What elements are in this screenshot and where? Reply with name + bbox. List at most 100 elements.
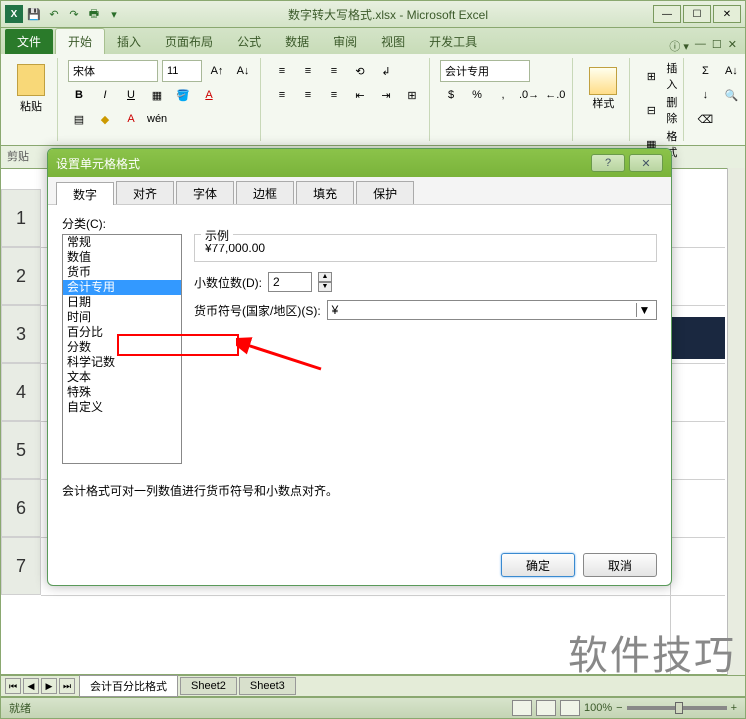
decrease-indent-icon[interactable]: ⇤ bbox=[349, 84, 371, 106]
font-color-icon[interactable]: A bbox=[120, 108, 142, 130]
tab-view[interactable]: 视图 bbox=[369, 29, 417, 54]
tab-insert[interactable]: 插入 bbox=[105, 29, 153, 54]
row-header[interactable]: 2 bbox=[1, 247, 41, 305]
currency-icon[interactable]: $ bbox=[440, 84, 462, 106]
dialog-tab-fill[interactable]: 填充 bbox=[296, 181, 354, 204]
fill-down-icon[interactable]: ↓ bbox=[694, 84, 716, 106]
align-center-icon[interactable]: ≡ bbox=[297, 84, 319, 106]
sheet-nav-first-icon[interactable]: ⏮ bbox=[5, 678, 21, 694]
ribbon-close-icon[interactable]: ✕ bbox=[728, 38, 737, 54]
dialog-tab-protection[interactable]: 保护 bbox=[356, 181, 414, 204]
category-item-scientific[interactable]: 科学记数 bbox=[63, 355, 181, 370]
currency-symbol-combo[interactable]: ¥ ▼ bbox=[327, 300, 657, 320]
dialog-help-button[interactable]: ? bbox=[591, 154, 625, 172]
zoom-thumb[interactable] bbox=[675, 702, 683, 714]
paste-button[interactable]: 粘贴 bbox=[11, 60, 51, 118]
find-icon[interactable]: 🔍 bbox=[720, 84, 742, 106]
font-color-button[interactable]: A bbox=[198, 84, 220, 106]
category-listbox[interactable]: 常规 数值 货币 会计专用 日期 时间 百分比 分数 科学记数 文本 特殊 自定… bbox=[62, 234, 182, 464]
increase-indent-icon[interactable]: ⇥ bbox=[375, 84, 397, 106]
decrease-decimal-icon[interactable]: ←.0 bbox=[544, 84, 566, 106]
view-page-break-icon[interactable] bbox=[560, 700, 580, 716]
italic-button[interactable]: I bbox=[94, 84, 116, 106]
tab-developer[interactable]: 开发工具 bbox=[417, 29, 489, 54]
border-button[interactable]: ▦ bbox=[146, 84, 168, 106]
tab-page-layout[interactable]: 页面布局 bbox=[153, 29, 225, 54]
increase-decimal-icon[interactable]: .0→ bbox=[518, 84, 540, 106]
category-item-number[interactable]: 数值 bbox=[63, 250, 181, 265]
sheet-nav-prev-icon[interactable]: ◀ bbox=[23, 678, 39, 694]
minimize-button[interactable]: — bbox=[653, 5, 681, 23]
ribbon-restore-icon[interactable]: ☐ bbox=[712, 38, 722, 54]
percent-icon[interactable]: % bbox=[466, 84, 488, 106]
number-format-combo[interactable]: 会计专用 bbox=[440, 60, 530, 82]
styles-button[interactable]: 样式 bbox=[583, 60, 623, 118]
row-header[interactable]: 4 bbox=[1, 363, 41, 421]
category-item-custom[interactable]: 自定义 bbox=[63, 400, 181, 415]
sheet-nav-last-icon[interactable]: ⏭ bbox=[59, 678, 75, 694]
ribbon-help-icon[interactable]: ⓘ ▾ bbox=[669, 38, 689, 54]
tab-data[interactable]: 数据 bbox=[273, 29, 321, 54]
align-bottom-icon[interactable]: ≡ bbox=[323, 60, 345, 82]
category-item-text[interactable]: 文本 bbox=[63, 370, 181, 385]
tab-review[interactable]: 审阅 bbox=[321, 29, 369, 54]
zoom-out-icon[interactable]: − bbox=[616, 702, 622, 714]
tab-home[interactable]: 开始 bbox=[55, 28, 105, 54]
tab-formulas[interactable]: 公式 bbox=[225, 29, 273, 54]
align-top-icon[interactable]: ≡ bbox=[271, 60, 293, 82]
borders-icon[interactable]: ▤ bbox=[68, 108, 90, 130]
maximize-button[interactable]: ☐ bbox=[683, 5, 711, 23]
row-header[interactable]: 6 bbox=[1, 479, 41, 537]
decimal-places-input[interactable] bbox=[268, 272, 312, 292]
insert-cells-button[interactable]: ⊞ bbox=[640, 65, 662, 87]
vertical-scrollbar[interactable] bbox=[727, 168, 745, 675]
fill-icon[interactable]: ◆ bbox=[94, 108, 116, 130]
save-icon[interactable]: 💾 bbox=[25, 5, 43, 23]
row-header[interactable]: 1 bbox=[1, 189, 41, 247]
ribbon-minimize-icon[interactable]: — bbox=[695, 38, 706, 54]
view-normal-icon[interactable] bbox=[512, 700, 532, 716]
close-button[interactable]: ✕ bbox=[713, 5, 741, 23]
redo-icon[interactable]: ↷ bbox=[65, 5, 83, 23]
dialog-titlebar[interactable]: 设置单元格格式 ? ✕ bbox=[48, 149, 671, 177]
dialog-tab-font[interactable]: 字体 bbox=[176, 181, 234, 204]
print-icon[interactable]: 🖶 bbox=[85, 5, 103, 23]
sheet-tab[interactable]: Sheet3 bbox=[239, 677, 296, 695]
bold-button[interactable]: B bbox=[68, 84, 90, 106]
row-header[interactable]: 5 bbox=[1, 421, 41, 479]
chevron-down-icon[interactable]: ▼ bbox=[636, 303, 652, 317]
sheet-tab[interactable]: Sheet2 bbox=[180, 677, 237, 695]
dialog-tab-alignment[interactable]: 对齐 bbox=[116, 181, 174, 204]
zoom-in-icon[interactable]: + bbox=[731, 702, 737, 714]
orientation-icon[interactable]: ⟲ bbox=[349, 60, 371, 82]
increase-font-icon[interactable]: A↑ bbox=[206, 60, 228, 82]
view-page-layout-icon[interactable] bbox=[536, 700, 556, 716]
zoom-slider[interactable] bbox=[627, 706, 727, 710]
category-item-general[interactable]: 常规 bbox=[63, 235, 181, 250]
underline-button[interactable]: U bbox=[120, 84, 142, 106]
preview-icon[interactable]: ▾ bbox=[105, 5, 123, 23]
autosum-icon[interactable]: Σ bbox=[694, 60, 716, 82]
sort-filter-icon[interactable]: A↓ bbox=[720, 60, 742, 82]
font-name-combo[interactable]: 宋体 bbox=[68, 60, 158, 82]
spin-down-icon[interactable]: ▼ bbox=[318, 282, 332, 292]
spin-up-icon[interactable]: ▲ bbox=[318, 272, 332, 282]
category-item-date[interactable]: 日期 bbox=[63, 295, 181, 310]
category-item-accounting[interactable]: 会计专用 bbox=[63, 280, 181, 295]
phonetic-icon[interactable]: wén bbox=[146, 108, 168, 130]
zoom-level[interactable]: 100% bbox=[584, 702, 612, 714]
category-item-time[interactable]: 时间 bbox=[63, 310, 181, 325]
align-left-icon[interactable]: ≡ bbox=[271, 84, 293, 106]
dialog-tab-border[interactable]: 边框 bbox=[236, 181, 294, 204]
fill-color-button[interactable]: 🪣 bbox=[172, 84, 194, 106]
delete-cells-button[interactable]: ⊟ bbox=[640, 99, 662, 121]
category-item-fraction[interactable]: 分数 bbox=[63, 340, 181, 355]
dialog-close-button[interactable]: ✕ bbox=[629, 154, 663, 172]
sheet-nav-next-icon[interactable]: ▶ bbox=[41, 678, 57, 694]
comma-icon[interactable]: , bbox=[492, 84, 514, 106]
decrease-font-icon[interactable]: A↓ bbox=[232, 60, 254, 82]
row-header[interactable]: 3 bbox=[1, 305, 41, 363]
align-right-icon[interactable]: ≡ bbox=[323, 84, 345, 106]
sheet-tab-active[interactable]: 会计百分比格式 bbox=[79, 675, 178, 697]
wrap-text-icon[interactable]: ↲ bbox=[375, 60, 397, 82]
